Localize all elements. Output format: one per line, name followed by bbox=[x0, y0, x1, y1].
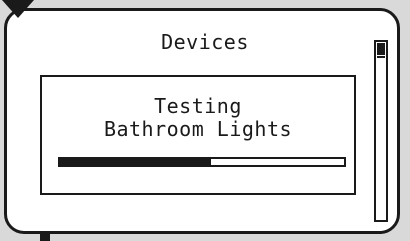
progress-fill bbox=[60, 159, 211, 165]
dialog-device-name: Bathroom Lights bbox=[103, 117, 293, 141]
progress-bar bbox=[58, 157, 346, 167]
down-arrow-icon[interactable] bbox=[2, 0, 34, 18]
testing-dialog: Testing Bathroom Lights bbox=[40, 75, 356, 195]
scroll-thumb[interactable] bbox=[377, 43, 385, 55]
page-title: Devices bbox=[161, 30, 249, 54]
scrollbar[interactable] bbox=[374, 40, 388, 222]
square-marker-icon bbox=[40, 231, 50, 241]
scroll-thumb-underline bbox=[377, 56, 385, 58]
dialog-status-text: Testing bbox=[154, 94, 242, 118]
